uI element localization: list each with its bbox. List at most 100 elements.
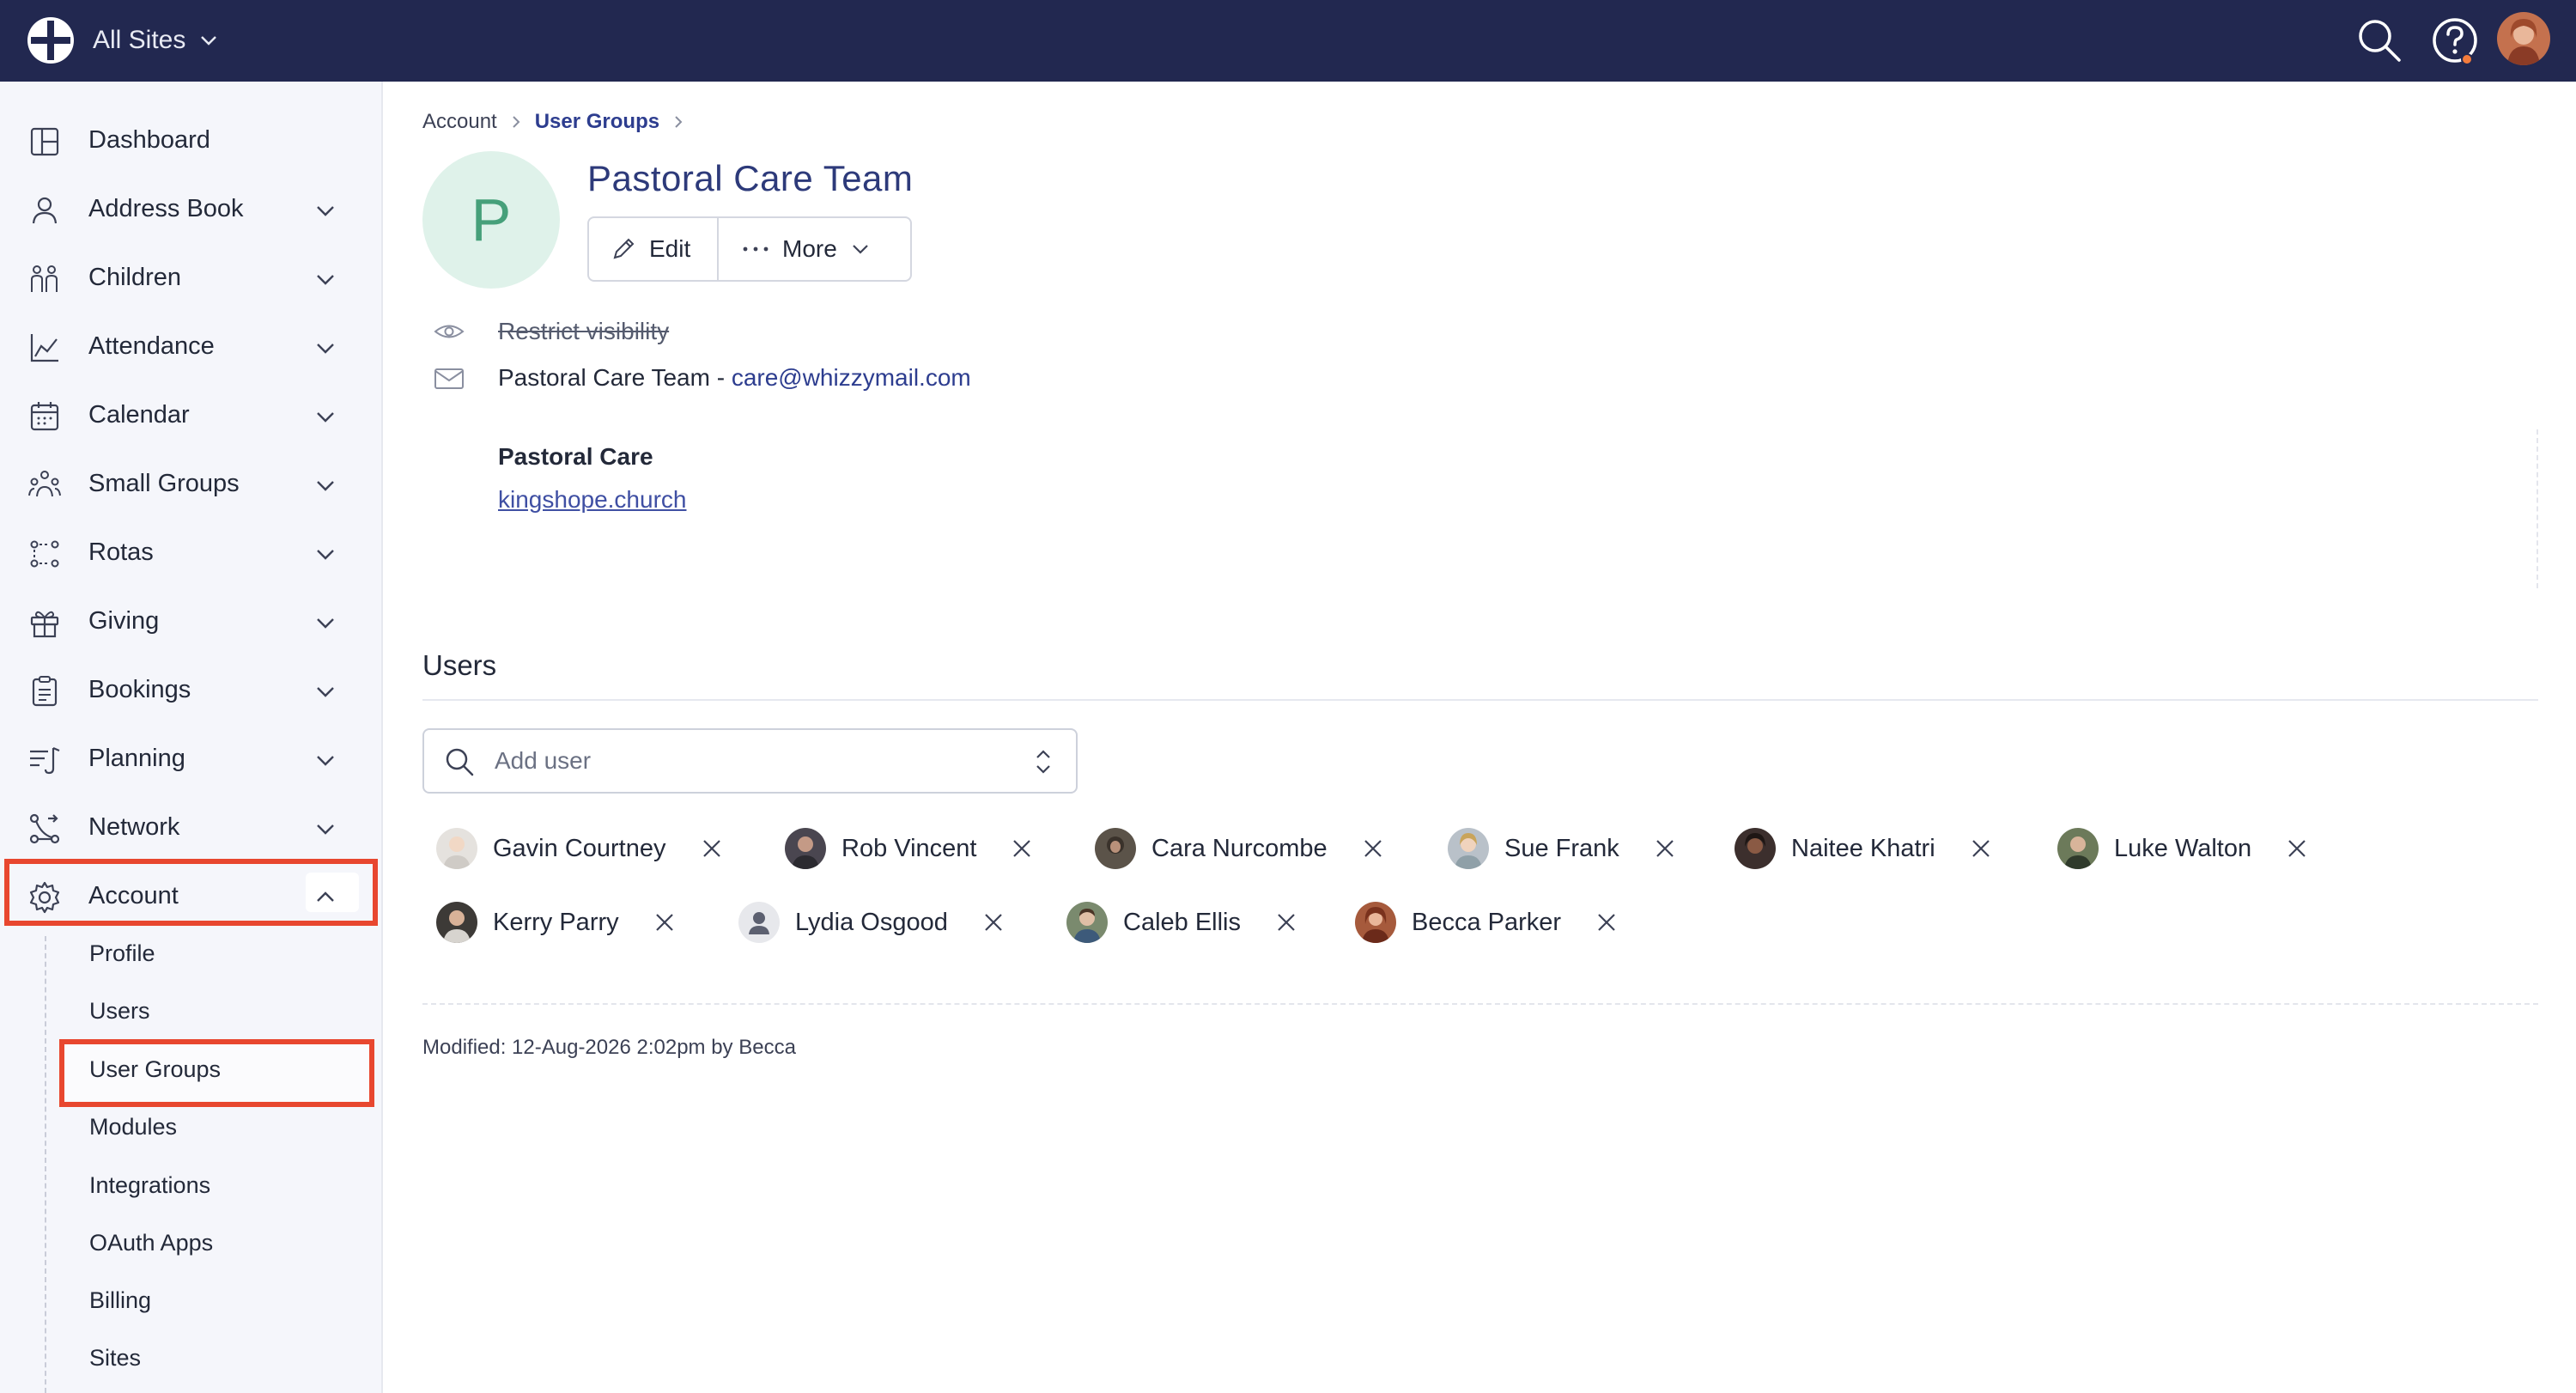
user-chip: Naitee Khatri	[1735, 824, 1994, 873]
search-icon[interactable]	[2354, 15, 2404, 65]
remove-user-icon[interactable]	[1652, 836, 1678, 861]
subnav-item-profile[interactable]: Profile	[89, 940, 155, 967]
sidebar-item-label: Planning	[88, 744, 185, 772]
sidebar-item-network[interactable]: Network	[0, 793, 383, 861]
sidebar-item-calendar[interactable]: Calendar	[0, 380, 383, 449]
add-user-placeholder: Add user	[495, 747, 592, 774]
breadcrumb: Account User Groups	[422, 110, 687, 134]
user-avatar	[1448, 828, 1489, 869]
chevron-right-icon	[513, 116, 520, 128]
sidebar-item-label: Account	[88, 881, 179, 909]
sidebar-item-small-groups[interactable]: Small Groups	[0, 449, 383, 518]
subnav-item-sites[interactable]: Sites	[89, 1345, 141, 1372]
remove-user-icon[interactable]	[1968, 836, 1994, 861]
sidebar: Dashboard Address Book Children Attendan…	[0, 82, 383, 1393]
subnav-item-billing[interactable]: Billing	[89, 1287, 151, 1314]
subnav-item-modules[interactable]: Modules	[89, 1114, 177, 1141]
user-name: Luke Walton	[2114, 834, 2252, 862]
sidebar-item-account[interactable]: Account	[0, 861, 383, 930]
sidebar-item-attendance[interactable]: Attendance	[0, 312, 383, 380]
remove-user-icon[interactable]	[652, 909, 677, 935]
sidebar-item-label: Giving	[88, 606, 160, 635]
notification-dot	[2461, 53, 2473, 65]
chevron-down-icon[interactable]	[313, 816, 338, 842]
sidebar-item-children[interactable]: Children	[0, 243, 383, 312]
sidebar-item-dashboard[interactable]: Dashboard	[0, 106, 383, 174]
user-avatar	[1095, 828, 1136, 869]
remove-user-icon[interactable]	[1273, 909, 1299, 935]
edit-button-label: Edit	[649, 235, 691, 262]
site-switcher-label: All Sites	[93, 26, 186, 54]
remove-user-icon[interactable]	[1009, 836, 1035, 861]
action-button-group: Edit More	[587, 216, 912, 282]
gift-icon	[30, 611, 59, 638]
user-name: Gavin Courtney	[493, 834, 666, 862]
more-button[interactable]: More	[719, 218, 872, 280]
search-icon	[446, 748, 474, 776]
user-avatar	[436, 902, 477, 943]
subnav-item-integrations[interactable]: Integrations	[89, 1172, 210, 1199]
breadcrumb-account[interactable]: Account	[422, 110, 497, 134]
remove-user-icon[interactable]	[1594, 909, 1619, 935]
users-heading: Users	[422, 649, 497, 681]
modified-info: Modified: 12-Aug-2026 2:02pm by Becca	[422, 1036, 796, 1059]
user-avatar	[1066, 902, 1108, 943]
breadcrumb-user-groups[interactable]: User Groups	[535, 110, 659, 134]
chevron-down-icon[interactable]	[313, 335, 338, 361]
logo-icon[interactable]	[26, 15, 76, 65]
user-chip: Sue Frank	[1448, 824, 1678, 873]
user-avatar	[1735, 828, 1776, 869]
user-avatar[interactable]	[2497, 12, 2550, 65]
subnav-guide-line	[45, 936, 46, 1393]
subnav-item-oauth-apps[interactable]: OAuth Apps	[89, 1230, 213, 1256]
chevron-down-icon[interactable]	[313, 404, 338, 429]
sidebar-item-label: Rotas	[88, 538, 154, 566]
email-row	[433, 362, 465, 395]
remove-user-icon[interactable]	[1360, 836, 1386, 861]
chevron-down-icon[interactable]	[313, 472, 338, 498]
user-name: Lydia Osgood	[795, 908, 948, 936]
site-switcher[interactable]: All Sites	[93, 19, 220, 62]
children-icon	[31, 265, 58, 292]
detail-panel	[498, 429, 2538, 588]
sidebar-item-label: Calendar	[88, 400, 190, 429]
chevron-right-icon	[675, 116, 683, 128]
chevron-down-icon[interactable]	[313, 747, 338, 773]
user-chip: Becca Parker	[1355, 898, 1619, 946]
chevron-down-icon[interactable]	[313, 198, 338, 223]
sidebar-item-planning[interactable]: Planning	[0, 724, 383, 793]
chevron-down-icon[interactable]	[313, 541, 338, 567]
subnav-item-users[interactable]: Users	[89, 998, 150, 1025]
user-name: Kerry Parry	[493, 908, 619, 936]
sidebar-item-label: Network	[88, 812, 180, 841]
subnav-item-user-groups[interactable]: User Groups	[89, 1056, 221, 1083]
user-chip: Lydia Osgood	[738, 898, 1006, 946]
user-name: Sue Frank	[1504, 834, 1619, 862]
website-link[interactable]: kingshope.church	[498, 486, 686, 514]
sidebar-item-rotas[interactable]: Rotas	[0, 518, 383, 587]
users-divider	[422, 699, 2538, 701]
chevron-down-icon[interactable]	[313, 266, 338, 292]
sidebar-item-giving[interactable]: Giving	[0, 587, 383, 655]
remove-user-icon[interactable]	[699, 836, 725, 861]
chevron-down-icon[interactable]	[313, 678, 338, 704]
sidebar-item-label: Address Book	[88, 194, 244, 222]
email-link[interactable]: care@whizzymail.com	[732, 364, 971, 391]
restrict-visibility-label: Restrict visibility	[498, 318, 670, 344]
chevron-down-icon[interactable]	[313, 610, 338, 636]
user-name: Naitee Khatri	[1791, 834, 1935, 862]
sidebar-item-bookings[interactable]: Bookings	[0, 655, 383, 724]
remove-user-icon[interactable]	[2284, 836, 2310, 861]
edit-button[interactable]: Edit	[589, 218, 719, 280]
page-title: Pastoral Care Team	[587, 158, 914, 198]
group-avatar: P	[422, 151, 560, 289]
sidebar-item-address-book[interactable]: Address Book	[0, 174, 383, 243]
detail-title: Pastoral Care	[498, 443, 653, 470]
dashboard-icon	[30, 127, 59, 156]
remove-user-icon[interactable]	[981, 909, 1006, 935]
user-avatar	[738, 902, 780, 943]
user-name: Caleb Ellis	[1123, 908, 1241, 936]
chevron-up-icon[interactable]	[313, 885, 338, 910]
add-user-select[interactable]: Add user	[422, 728, 1078, 794]
user-chip: Rob Vincent	[785, 824, 1035, 873]
